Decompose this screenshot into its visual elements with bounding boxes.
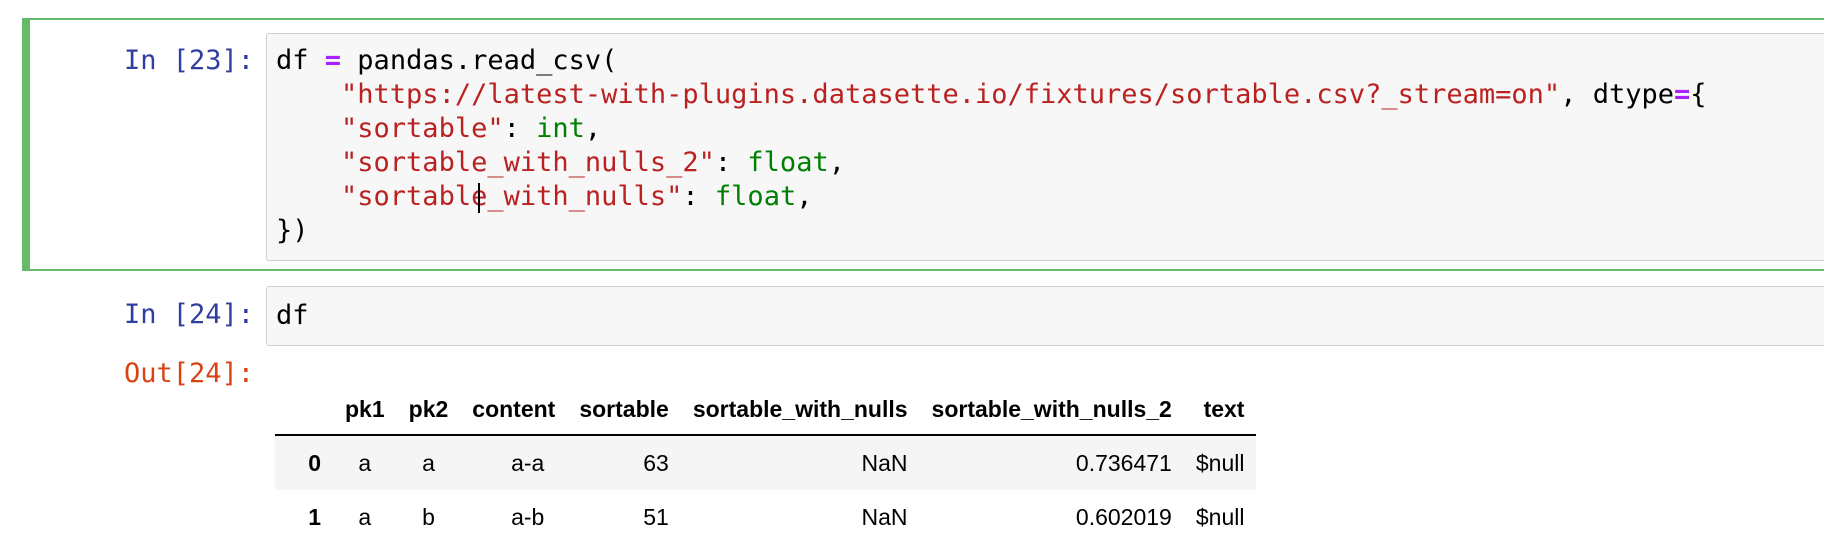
table-cell: $null [1195, 503, 1245, 530]
table-cell: NaN [861, 503, 908, 530]
text-cursor [478, 183, 480, 213]
table-cell: a-b [511, 503, 545, 530]
code-editor-23[interactable]: df = pandas.read_csv( "https://latest-wi… [266, 33, 1824, 261]
code-editor-24[interactable]: df [266, 286, 1824, 346]
table-header: sortable [567, 384, 681, 436]
table-header: sortable_with_nulls [680, 384, 920, 436]
code-line-df: df [276, 300, 309, 331]
table-header: text [1183, 384, 1257, 436]
code-line-2: "https://latest-with-plugins.datasette.i… [341, 79, 1707, 110]
dataframe-table: pk1 pk2 content sortable sortable_with_n… [275, 384, 1257, 544]
table-cell: a-a [511, 449, 545, 476]
table-cell: 0.602019 [1075, 503, 1172, 530]
table-header: pk1 [333, 384, 397, 436]
table-cell: 0.736471 [1075, 449, 1172, 476]
table-header: content [460, 384, 568, 436]
table-header-row: pk1 pk2 content sortable sortable_with_n… [275, 384, 1257, 436]
input-prompt-24: In [24]: [123, 299, 254, 330]
table-cell: a [358, 449, 372, 476]
table-cell: 51 [643, 503, 669, 530]
table-row: 0 a a a-a 63 NaN 0.736471 $null [275, 435, 1257, 490]
code-line-6: }) [276, 215, 309, 246]
code-line-4: "sortable_with_nulls_2": float, [341, 147, 845, 178]
code-line-1: df = pandas.read_csv( [276, 45, 618, 76]
table-header: sortable_with_nulls_2 [919, 384, 1184, 436]
table-header-index [275, 384, 333, 436]
table-cell: NaN [861, 449, 908, 476]
code-line-3: "sortable": int, [341, 113, 602, 144]
row-index: 0 [308, 449, 321, 476]
table-cell: b [422, 503, 435, 530]
row-index: 1 [308, 503, 321, 530]
table-cell: 63 [643, 449, 669, 476]
table-cell: a [422, 449, 435, 476]
table-cell: a [358, 503, 372, 530]
output-prompt-24: Out[24]: [123, 358, 254, 389]
table-cell: $null [1195, 449, 1245, 476]
code-line-5: "sortable_with_nulls": float, [341, 181, 813, 212]
table-row: 1 a b a-b 51 NaN 0.602019 $null [275, 490, 1256, 544]
input-prompt-23: In [23]: [123, 45, 254, 76]
table-header: pk2 [396, 384, 461, 436]
